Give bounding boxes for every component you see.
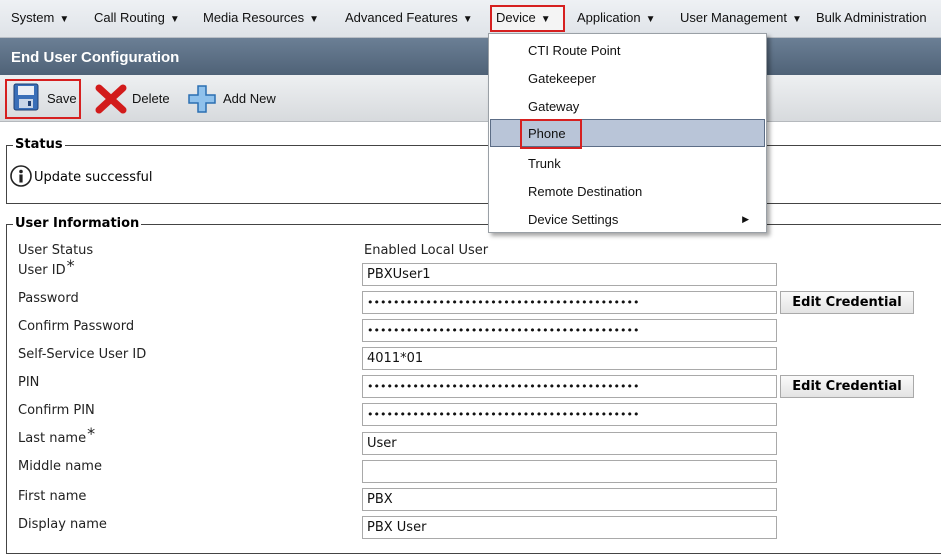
menu-call-routing[interactable]: Call Routing ▼ [94,10,180,25]
status-message: Update successful [34,170,153,185]
menu-advanced-features[interactable]: Advanced Features ▼ [345,10,473,25]
first-name-input[interactable]: PBX [362,488,777,511]
display-name-label: Display name [18,517,107,532]
top-menu-bar: System ▼ Call Routing ▼ Media Resources ▼ A… [0,0,941,38]
status-legend: Status [13,137,65,152]
confirm-pin-label: Confirm PIN [18,403,95,418]
chevron-down-icon: ▼ [645,14,656,25]
menu-system[interactable]: System ▼ [11,10,69,25]
delete-button[interactable]: Delete [95,75,175,122]
user-id-label-text: User ID [18,263,66,278]
edit-credential-password-button[interactable]: Edit Credential [780,291,914,314]
user-id-input[interactable]: PBXUser1 [362,263,777,286]
confirm-password-label: Confirm Password [18,319,135,334]
submenu-arrow-icon: ▶ [742,214,749,224]
menu-device-label: Device [496,10,536,25]
menu-user-management[interactable]: User Management ▼ [680,10,802,25]
menu-application[interactable]: Application ▼ [577,10,656,25]
user-status-label: User Status [18,243,94,258]
edit-credential-pin-button[interactable]: Edit Credential [780,375,914,398]
user-information-legend: User Information [13,216,142,231]
info-icon [10,165,32,187]
dropdown-item-label: Trunk [528,156,561,171]
user-status-value: Enabled Local User [364,243,489,258]
first-name-label: First name [18,489,87,504]
dropdown-item-label: Remote Destination [528,184,643,199]
confirm-pin-input[interactable]: ••••••••••••••••••••••••••••••••••••••••… [362,403,777,426]
menu-user-management-label: User Management [680,10,787,25]
confirm-password-input[interactable]: ••••••••••••••••••••••••••••••••••••••••… [362,319,777,342]
menu-bulk-administration-label: Bulk Administration [816,10,927,25]
dropdown-item-gatekeeper[interactable]: Gatekeeper [490,64,765,92]
dropdown-item-label: Gateway [528,99,580,114]
dropdown-item-label: Gatekeeper [528,71,596,86]
display-name-input[interactable]: PBX User [362,516,777,539]
required-mark: * [66,256,75,275]
add-new-button[interactable]: Add New [187,75,287,122]
dropdown-item-device-settings[interactable]: Device Settings ▶ [490,205,765,233]
dropdown-item-gateway[interactable]: Gateway [490,92,765,120]
dropdown-item-label: CTI Route Point [528,43,621,58]
self-service-user-id-label: Self-Service User ID [18,347,147,362]
menu-media-resources[interactable]: Media Resources ▼ [203,10,319,25]
blue-plus-icon [188,85,216,113]
chevron-down-icon: ▼ [791,14,802,25]
chevron-down-icon: ▼ [169,14,180,25]
chevron-down-icon: ▼ [540,14,551,25]
add-new-button-label: Add New [223,91,276,106]
phone-item-highlight [520,119,582,149]
password-input[interactable]: ••••••••••••••••••••••••••••••••••••••••… [362,291,777,314]
chevron-down-icon: ▼ [59,14,70,25]
pin-label: PIN [18,375,40,390]
dropdown-item-label: Device Settings [528,212,619,227]
red-x-icon [95,84,127,114]
page-title: End User Configuration [11,49,180,66]
chevron-down-icon: ▼ [309,14,320,25]
dropdown-item-remote-destination[interactable]: Remote Destination [490,177,765,205]
user-id-label: User ID* [18,256,75,278]
required-mark: * [87,424,96,443]
delete-button-label: Delete [132,91,170,106]
toolbar: Save Delete Add New [0,75,941,122]
menu-advanced-features-label: Advanced Features [345,10,458,25]
password-label: Password [18,291,79,306]
self-service-user-id-input[interactable]: 4011*01 [362,347,777,370]
menu-system-label: System [11,10,55,25]
chevron-down-icon: ▼ [462,14,473,25]
menu-call-routing-label: Call Routing [94,10,165,25]
menu-device[interactable]: Device ▼ [496,10,551,25]
middle-name-input[interactable] [362,460,777,483]
middle-name-label: Middle name [18,459,102,474]
last-name-label-text: Last name [18,431,87,446]
last-name-input[interactable]: User [362,432,777,455]
pin-input[interactable]: ••••••••••••••••••••••••••••••••••••••••… [362,375,777,398]
dropdown-item-cti-route-point[interactable]: CTI Route Point [490,36,765,64]
menu-media-resources-label: Media Resources [203,10,305,25]
last-name-label: Last name* [18,424,96,446]
save-button-highlight [5,79,81,119]
menu-application-label: Application [577,10,641,25]
menu-bulk-administration[interactable]: Bulk Administration [816,10,927,25]
title-bar: End User Configuration [0,38,941,75]
dropdown-item-trunk[interactable]: Trunk [490,149,765,177]
